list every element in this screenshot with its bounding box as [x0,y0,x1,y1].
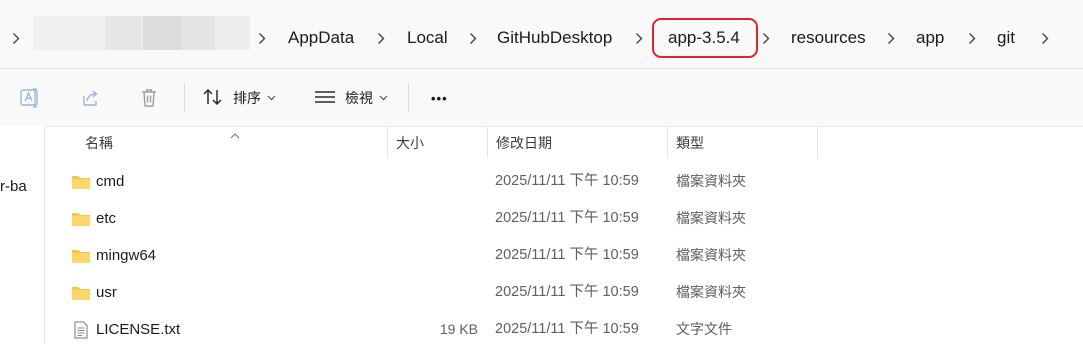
text-file-icon [71,321,91,339]
delete-icon[interactable] [136,85,162,111]
share-icon[interactable] [77,85,103,111]
file-size [388,200,478,237]
file-row[interactable]: usr 2025/11/11 下午 10:59 檔案資料夾 [45,274,1083,311]
rename-icon[interactable] [17,85,43,111]
breadcrumb-item-local[interactable]: Local [407,18,448,58]
file-type: 檔案資料夾 [676,210,746,226]
toolbar-divider [184,83,185,113]
chevron-right-icon[interactable] [374,18,388,58]
chevron-right-icon[interactable] [632,18,646,58]
file-row[interactable]: etc 2025/11/11 下午 10:59 檔案資料夾 [45,200,1083,237]
file-size [388,163,478,200]
file-date: 2025/11/11 下午 10:59 [495,173,639,189]
breadcrumb-item-app[interactable]: app [916,18,944,58]
breadcrumb: AppData Local GitHubDesktop app-3.5.4 re… [0,16,1060,58]
address-bar[interactable]: AppData Local GitHubDesktop app-3.5.4 re… [0,0,1083,69]
toolbar-divider [408,83,409,113]
sort-button[interactable]: 排序 [202,82,276,114]
more-icon: ••• [431,90,448,106]
file-name: usr [96,284,117,301]
chevron-right-icon[interactable] [884,18,898,58]
breadcrumb-item-git[interactable]: git [997,18,1015,58]
file-size: 19 KB [439,321,478,337]
chevron-down-icon [379,93,388,103]
view-label: 檢視 [345,90,373,106]
chevron-right-icon[interactable] [965,18,979,58]
file-date: 2025/11/11 下午 10:59 [495,210,639,226]
file-type: 文字文件 [676,321,732,337]
folder-icon [71,173,91,191]
file-type: 檔案資料夾 [676,247,746,263]
column-divider[interactable] [387,126,388,158]
folder-icon [71,247,91,265]
file-name: cmd [96,173,125,190]
column-header-row: 名稱 大小 修改日期 類型 [45,126,1083,161]
column-divider[interactable] [487,126,488,158]
chevron-right-icon[interactable] [9,18,23,58]
redacted-path-segment[interactable] [33,16,250,52]
folder-icon [71,210,91,228]
folder-icon [71,284,91,302]
file-size [388,237,478,274]
file-type: 檔案資料夾 [676,173,746,189]
command-bar: 排序 檢視 ••• [0,69,1083,127]
view-icon [314,87,336,110]
chevron-right-icon[interactable] [759,18,773,58]
chevron-right-icon[interactable] [1038,18,1052,58]
breadcrumb-item-appdata[interactable]: AppData [288,18,354,58]
column-header-size[interactable]: 大小 [396,126,424,161]
file-date: 2025/11/11 下午 10:59 [495,247,639,263]
file-row[interactable]: cmd 2025/11/11 下午 10:59 檔案資料夾 [45,163,1083,200]
file-size [388,274,478,311]
file-date: 2025/11/11 下午 10:59 [495,284,639,300]
nav-item-clipped[interactable]: r-ba [0,178,27,195]
chevron-down-icon [267,93,276,103]
breadcrumb-item-resources[interactable]: resources [791,18,866,58]
more-options-button[interactable]: ••• [431,82,448,114]
view-button[interactable]: 檢視 [314,82,388,114]
file-row[interactable]: mingw64 2025/11/11 下午 10:59 檔案資料夾 [45,237,1083,274]
highlight-annotation-box [652,18,758,58]
column-header-type[interactable]: 類型 [676,126,704,161]
column-divider[interactable] [817,126,818,158]
navigation-pane[interactable]: r-ba [0,126,45,344]
file-type: 檔案資料夾 [676,284,746,300]
file-name: LICENSE.txt [96,321,181,338]
column-header-name[interactable]: 名稱 [85,126,113,161]
file-name: etc [96,210,117,227]
column-header-date[interactable]: 修改日期 [496,126,552,161]
chevron-right-icon[interactable] [255,18,269,58]
sort-icon [202,87,224,110]
sort-label: 排序 [233,90,261,106]
file-name: mingw64 [96,247,157,264]
file-row[interactable]: LICENSE.txt 19 KB 2025/11/11 下午 10:59 文字… [45,311,1083,348]
chevron-right-icon[interactable] [466,18,480,58]
breadcrumb-item-githubdesktop[interactable]: GitHubDesktop [497,18,612,58]
column-divider[interactable] [667,126,668,158]
file-date: 2025/11/11 下午 10:59 [495,321,639,337]
sort-ascending-icon [230,126,240,144]
